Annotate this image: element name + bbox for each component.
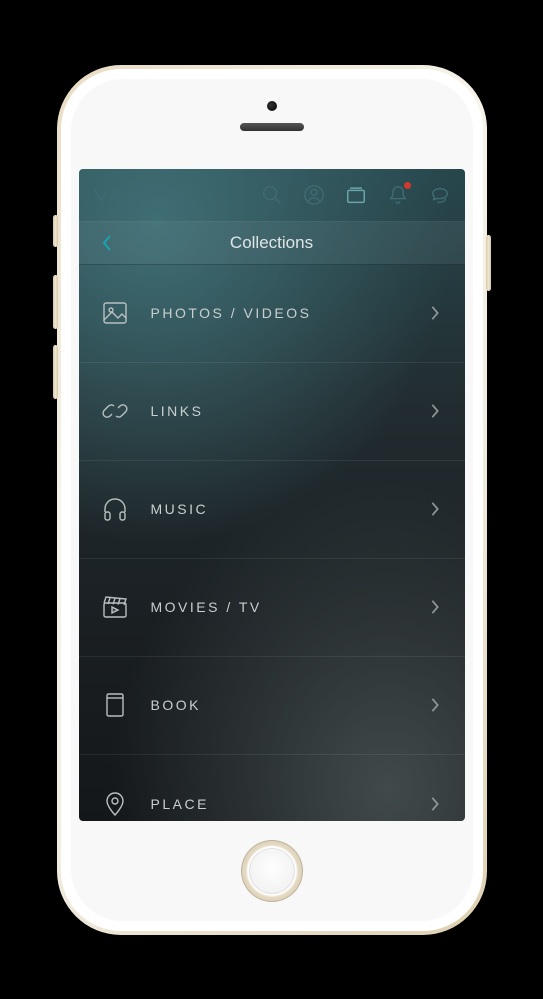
book-icon bbox=[101, 691, 129, 719]
chevron-right-icon bbox=[429, 599, 441, 615]
row-book[interactable]: BOOK bbox=[79, 657, 465, 755]
notifications-icon[interactable] bbox=[387, 184, 409, 206]
volume-down-button bbox=[53, 345, 58, 399]
home-button[interactable] bbox=[241, 840, 303, 902]
phone-bottom-bezel bbox=[71, 821, 473, 921]
row-label: PHOTOS / VIDEOS bbox=[151, 305, 429, 321]
app-logo-text: ERO bbox=[111, 186, 156, 203]
front-camera bbox=[267, 101, 277, 111]
chevron-right-icon bbox=[429, 796, 441, 812]
photo-icon bbox=[101, 299, 129, 327]
row-photos-videos[interactable]: PHOTOS / VIDEOS bbox=[79, 265, 465, 363]
link-icon bbox=[101, 397, 129, 425]
row-place[interactable]: PLACE bbox=[79, 755, 465, 821]
collections-icon[interactable] bbox=[345, 184, 367, 206]
notification-badge bbox=[404, 182, 411, 189]
chat-icon[interactable] bbox=[429, 184, 451, 206]
row-label: MOVIES / TV bbox=[151, 599, 429, 615]
row-label: LINKS bbox=[151, 403, 429, 419]
row-links[interactable]: LINKS bbox=[79, 363, 465, 461]
row-label: BOOK bbox=[151, 697, 429, 713]
search-icon[interactable] bbox=[261, 184, 283, 206]
row-label: PLACE bbox=[151, 796, 429, 812]
collections-list: PHOTOS / VIDEOS LINKS bbox=[79, 265, 465, 821]
title-bar: Collections bbox=[79, 221, 465, 265]
row-music[interactable]: MUSIC bbox=[79, 461, 465, 559]
row-movies-tv[interactable]: MOVIES / TV bbox=[79, 559, 465, 657]
phone-device-frame: ERO bbox=[57, 65, 487, 935]
mute-switch bbox=[53, 215, 58, 247]
chevron-right-icon bbox=[429, 305, 441, 321]
earpiece-speaker bbox=[240, 123, 304, 131]
chevron-right-icon bbox=[429, 403, 441, 419]
row-label: MUSIC bbox=[151, 501, 429, 517]
profile-icon[interactable] bbox=[303, 184, 325, 206]
page-title: Collections bbox=[79, 233, 465, 253]
location-pin-icon bbox=[101, 790, 129, 818]
top-nav-bar: ERO bbox=[79, 169, 465, 221]
volume-up-button bbox=[53, 275, 58, 329]
app-screen: ERO bbox=[79, 169, 465, 821]
clapperboard-icon bbox=[101, 593, 129, 621]
app-logo[interactable]: ERO bbox=[93, 186, 241, 203]
chevron-right-icon bbox=[429, 697, 441, 713]
chevron-right-icon bbox=[429, 501, 441, 517]
back-button[interactable] bbox=[87, 222, 127, 264]
phone-top-bezel bbox=[71, 79, 473, 169]
headphones-icon bbox=[101, 495, 129, 523]
power-button bbox=[486, 235, 491, 291]
